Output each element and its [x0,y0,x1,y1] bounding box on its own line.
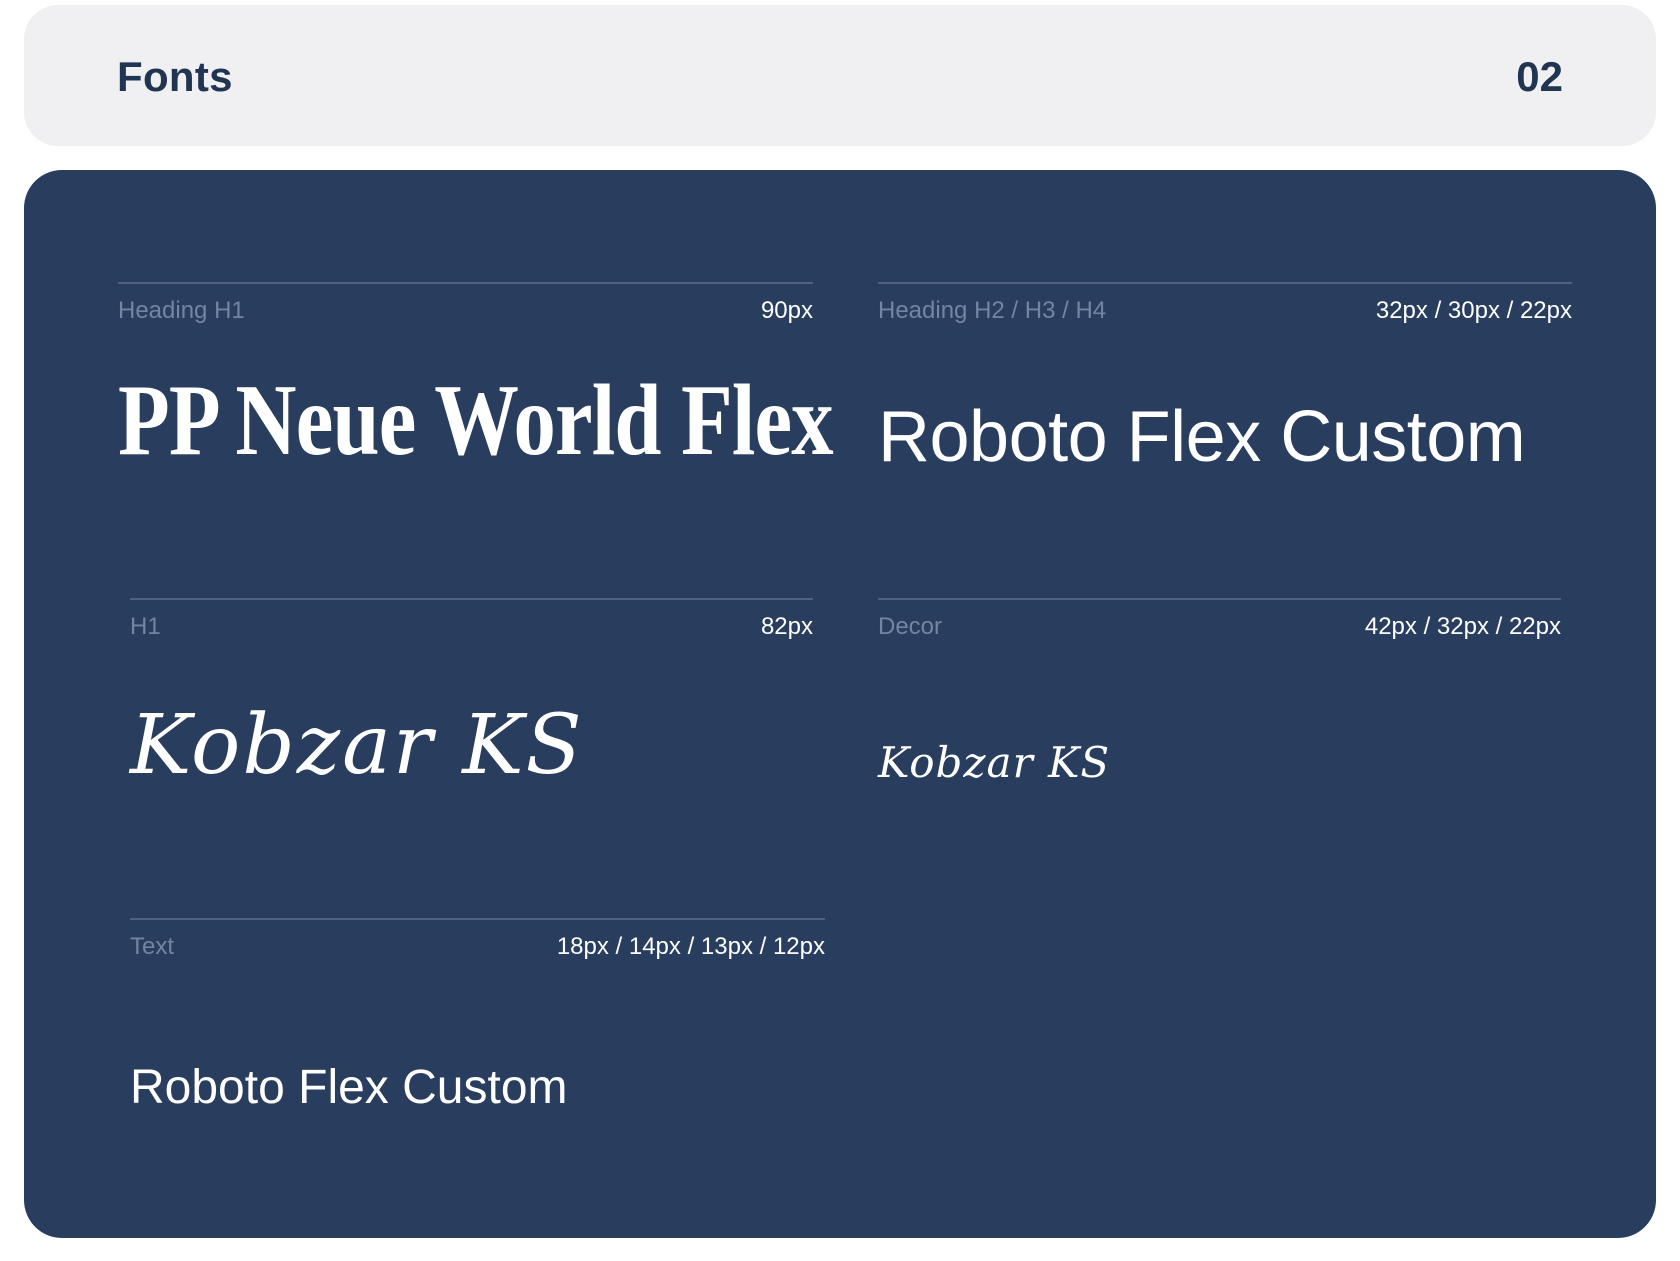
font-block-h1: H1 82px Kobzar KS [130,598,813,880]
font-sizes: 82px [760,613,813,640]
font-sizes: 90px [760,297,813,324]
font-sample: Kobzar KS [130,698,584,793]
font-sample: Kobzar KS [878,738,1111,787]
font-sizes: 42px / 32px / 22px [1364,613,1561,640]
font-sample: Roboto Flex Custom [878,397,1526,477]
section-number: 02 [1516,53,1563,100]
font-block-text: Text 18px / 14px / 13px / 12px Roboto Fl… [130,918,825,1160]
font-label: Heading H1 [118,297,245,324]
font-block-decor: Decor 42px / 32px / 22px Kobzar KS [878,598,1561,880]
section-header: Fonts 02 [24,5,1656,146]
section-title: Fonts [117,53,233,100]
font-sample: PP Neue World Flex [118,364,834,477]
font-sizes: 18px / 14px / 13px / 12px [556,933,825,960]
fonts-panel: Heading H1 90px PP Neue World Flex Headi… [24,170,1656,1238]
font-label: Heading H2 / H3 / H4 [878,297,1107,324]
font-label: Text [130,933,175,960]
font-block-heading-h1: Heading H1 90px PP Neue World Flex [118,282,834,564]
font-label: H1 [130,613,161,640]
font-label: Decor [878,613,943,640]
font-sizes: 32px / 30px / 22px [1375,297,1572,324]
font-block-heading-h2-h3-h4: Heading H2 / H3 / H4 32px / 30px / 22px … [878,282,1572,564]
font-sample: Roboto Flex Custom [130,1061,568,1114]
